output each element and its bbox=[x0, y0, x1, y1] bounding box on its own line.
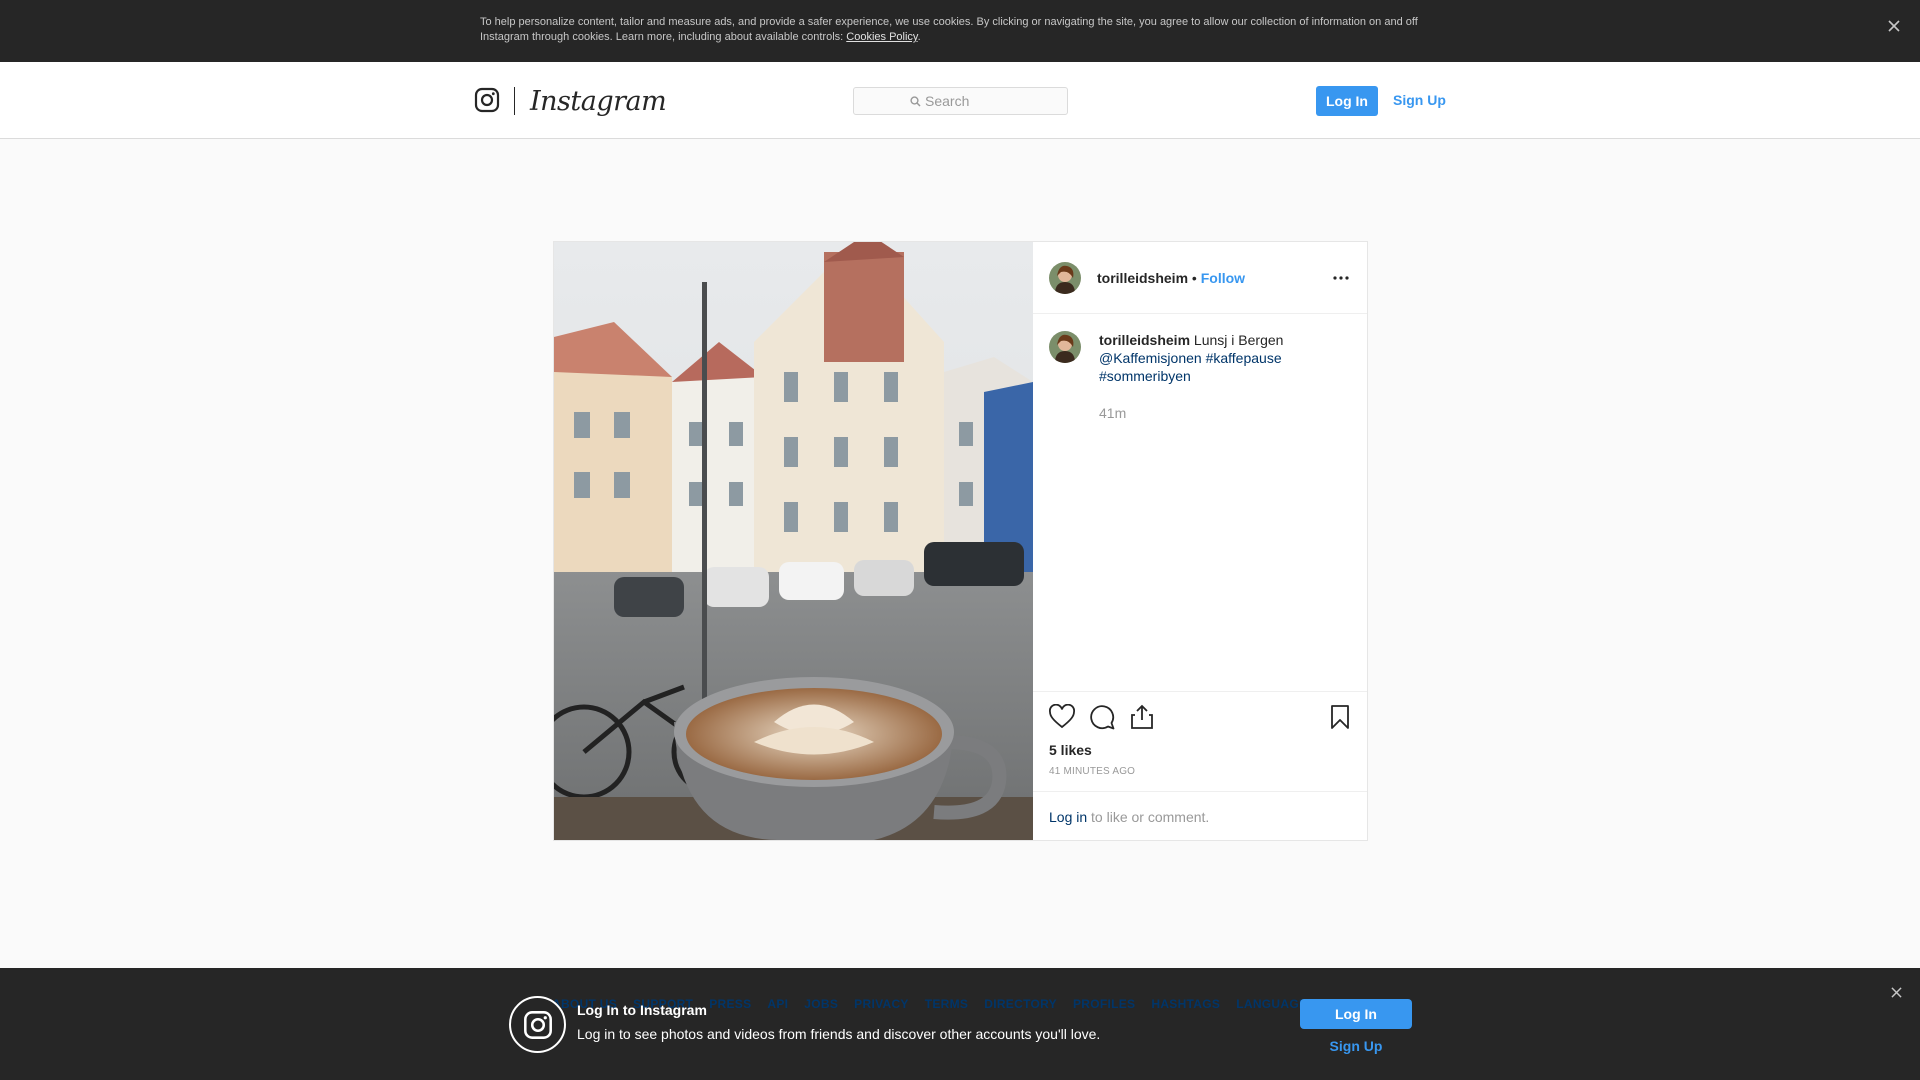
post-header: torilleidsheim • Follow bbox=[1033, 242, 1367, 314]
cookie-banner: To help personalize content, tailor and … bbox=[0, 0, 1920, 62]
cookie-banner-text: To help personalize content, tailor and … bbox=[480, 15, 1440, 45]
post-caption: torilleidsheim Lunsj i Bergen @Kaffemisj… bbox=[1099, 331, 1349, 385]
post-photo-illustration bbox=[554, 242, 1033, 840]
cookie-close-button[interactable] bbox=[1882, 14, 1906, 38]
cookie-text-trailing: . bbox=[917, 31, 921, 43]
close-icon bbox=[1890, 986, 1902, 998]
header-separator: • bbox=[1188, 270, 1201, 286]
avatar-image bbox=[1049, 262, 1081, 294]
instagram-wordmark[interactable]: Instagram bbox=[530, 82, 667, 122]
footer-link-privacy[interactable]: PRIVACY bbox=[854, 997, 909, 1011]
instagram-glyph-icon[interactable] bbox=[474, 87, 500, 113]
logo-divider bbox=[514, 87, 515, 115]
footer-link-api[interactable]: API bbox=[767, 997, 788, 1011]
follow-button[interactable]: Follow bbox=[1201, 270, 1245, 286]
heart-icon[interactable] bbox=[1049, 704, 1075, 730]
bookmark-icon[interactable] bbox=[1327, 704, 1353, 730]
login-button[interactable]: Log In bbox=[1316, 86, 1378, 116]
top-nav: Instagram Log In Sign Up bbox=[0, 62, 1920, 139]
more-options-icon bbox=[1333, 276, 1349, 280]
cookies-policy-link[interactable]: Cookies Policy bbox=[846, 31, 917, 43]
post-sidebar: torilleidsheim • Follow torilleidsheim L… bbox=[1033, 242, 1367, 840]
caption-area: torilleidsheim Lunsj i Bergen @Kaffemisj… bbox=[1033, 315, 1367, 691]
login-overlay-bar: ABOUT US SUPPORT PRESS API JOBS PRIVACY … bbox=[0, 968, 1920, 1080]
footer-link-press[interactable]: PRESS bbox=[709, 997, 751, 1011]
overlay-close-button[interactable] bbox=[1886, 982, 1906, 1002]
login-suffix: to like or comment. bbox=[1087, 809, 1210, 825]
caption-username[interactable]: torilleidsheim bbox=[1099, 332, 1190, 348]
footer-link-hashtags[interactable]: HASHTAGS bbox=[1151, 997, 1220, 1011]
overlay-title: Log In to Instagram bbox=[577, 1002, 707, 1018]
footer-link-language[interactable]: LANGUAGE bbox=[1236, 997, 1307, 1011]
instagram-glyph-badge bbox=[509, 996, 566, 1053]
footer-link-terms[interactable]: TERMS bbox=[925, 997, 969, 1011]
footer-link-jobs[interactable]: JOBS bbox=[804, 997, 838, 1011]
comment-icon[interactable] bbox=[1089, 704, 1115, 730]
search-box[interactable] bbox=[853, 87, 1068, 115]
post-date: 41 MINUTES AGO bbox=[1049, 766, 1136, 777]
instagram-glyph-icon bbox=[523, 1010, 552, 1039]
signup-link[interactable]: Sign Up bbox=[1393, 90, 1446, 110]
avatar-image bbox=[1049, 331, 1081, 363]
post-photo[interactable] bbox=[554, 242, 1033, 840]
login-link[interactable]: Log in bbox=[1049, 809, 1087, 825]
post-username[interactable]: torilleidsheim bbox=[1097, 270, 1188, 286]
caption-tag[interactable]: #sommeribyen bbox=[1099, 368, 1191, 384]
close-icon bbox=[1888, 20, 1900, 32]
likes-count[interactable]: 5 likes bbox=[1049, 742, 1092, 758]
header-user: torilleidsheim • Follow bbox=[1097, 269, 1245, 287]
caption-tag[interactable]: #kaffepause bbox=[1206, 350, 1282, 366]
footer-link-directory[interactable]: DIRECTORY bbox=[984, 997, 1057, 1011]
search-input[interactable] bbox=[921, 93, 1011, 109]
avatar[interactable] bbox=[1049, 262, 1081, 294]
overlay-subtitle: Log in to see photos and videos from fri… bbox=[577, 1026, 1101, 1042]
search-icon bbox=[910, 95, 921, 107]
footer-link-profiles[interactable]: PROFILES bbox=[1073, 997, 1135, 1011]
caption-tag[interactable]: @Kaffemisjonen bbox=[1099, 350, 1202, 366]
cookie-text-body: To help personalize content, tailor and … bbox=[480, 16, 1418, 43]
post-actions: 5 likes 41 MINUTES AGO bbox=[1033, 691, 1367, 791]
avatar[interactable] bbox=[1049, 331, 1081, 363]
overlay-signup-link[interactable]: Sign Up bbox=[1300, 1038, 1412, 1054]
login-to-comment: Log in to like or comment. bbox=[1033, 791, 1367, 840]
share-icon[interactable] bbox=[1129, 704, 1155, 730]
post-card: torilleidsheim • Follow torilleidsheim L… bbox=[553, 241, 1368, 841]
caption-body: Lunsj i Bergen bbox=[1190, 332, 1284, 348]
more-options-button[interactable] bbox=[1331, 268, 1351, 288]
caption-time: 41m bbox=[1099, 405, 1127, 421]
overlay-login-button[interactable]: Log In bbox=[1300, 999, 1412, 1029]
